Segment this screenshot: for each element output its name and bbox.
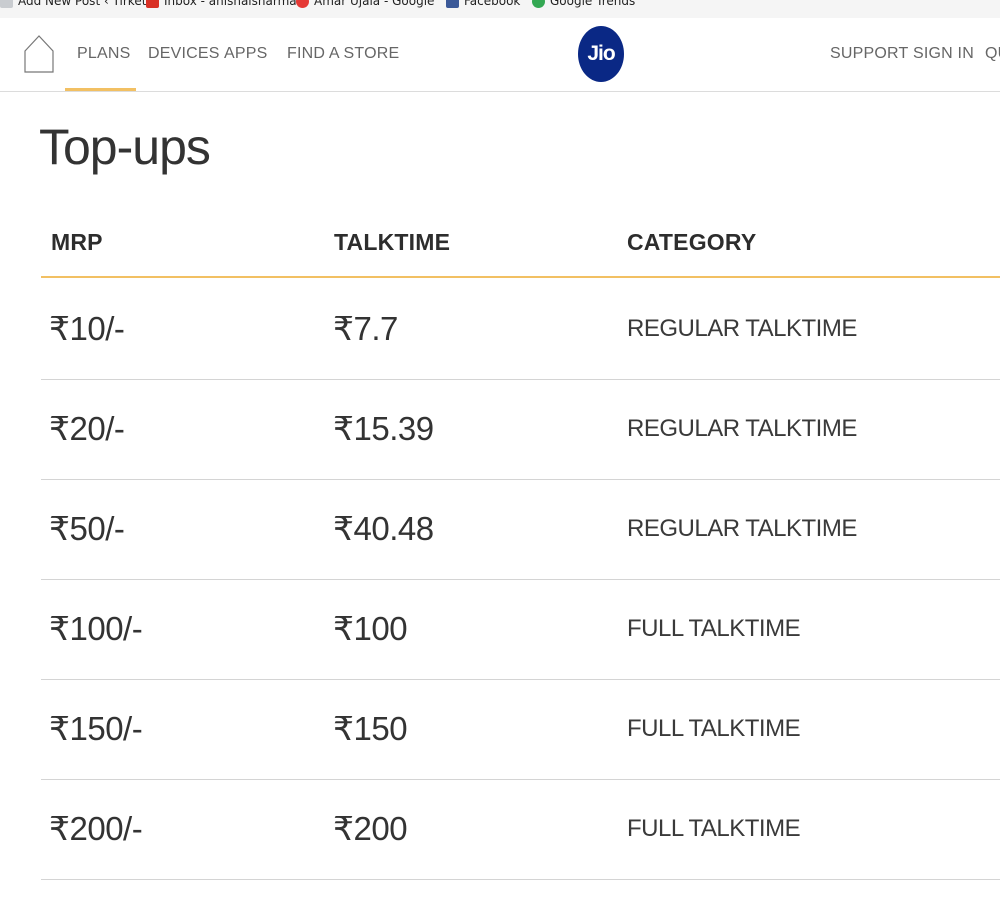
bookmark-label: Facebook [464, 0, 521, 8]
table-header-divider [41, 276, 1000, 278]
table-row: ₹50/- ₹40.48 REGULAR TALKTIME [41, 479, 1000, 580]
cell-talktime: ₹15.39 [333, 410, 434, 447]
bookmark-label: Google Trends [550, 0, 636, 8]
nav-link-plans[interactable]: PLANS [77, 45, 130, 63]
column-header-category: CATEGORY [627, 229, 757, 255]
cell-mrp: ₹100/- [49, 610, 143, 647]
document-icon [0, 0, 13, 8]
google-trends-icon [532, 0, 545, 8]
bookmark-inbox[interactable]: Inbox - anishaisharma [146, 0, 297, 8]
cell-mrp: ₹10/- [49, 310, 125, 347]
table-row: ₹20/- ₹15.39 REGULAR TALKTIME [41, 379, 1000, 480]
bookmark-facebook[interactable]: Facebook [446, 0, 520, 8]
gmail-icon [146, 0, 159, 8]
cell-category: FULL TALKTIME [627, 815, 801, 842]
active-nav-indicator [65, 88, 136, 91]
cell-category: REGULAR TALKTIME [627, 515, 857, 542]
cell-talktime: ₹200 [333, 810, 408, 847]
bookmark-add-new-post[interactable]: Add New Post ‹ Tirket [0, 0, 146, 8]
column-header-mrp: MRP [51, 229, 103, 255]
cell-category: REGULAR TALKTIME [627, 315, 857, 342]
facebook-icon [446, 0, 459, 8]
bookmark-label: Inbox - anishaisharma [164, 0, 297, 8]
home-icon[interactable] [24, 34, 54, 74]
cell-category: FULL TALKTIME [627, 715, 801, 742]
logo-text: Jio [587, 42, 615, 65]
table-row: ₹100/- ₹100 FULL TALKTIME [41, 579, 1000, 680]
cell-talktime: ₹40.48 [333, 510, 434, 547]
cell-category: REGULAR TALKTIME [627, 415, 857, 442]
cell-talktime: ₹100 [333, 610, 408, 647]
cell-mrp: ₹20/- [49, 410, 125, 447]
cell-talktime: ₹7.7 [333, 310, 398, 347]
cell-mrp: ₹150/- [49, 710, 143, 747]
bookmark-amar-ujala[interactable]: Amar Ujala - Google [296, 0, 434, 8]
page-title: Top-ups [39, 119, 211, 175]
bookmark-label: Add New Post ‹ Tirket [18, 0, 147, 8]
nav-link-apps[interactable]: APPS [224, 45, 268, 63]
top-navigation: PLANS DEVICES APPS FIND A STORE Jio SUPP… [0, 18, 1000, 92]
bookmark-label: Amar Ujala - Google [314, 0, 435, 8]
cell-talktime: ₹150 [333, 710, 408, 747]
cell-category: FULL TALKTIME [627, 615, 801, 642]
table-row: ₹10/- ₹7.7 REGULAR TALKTIME [41, 279, 1000, 380]
nav-link-sign-in[interactable]: SIGN IN [913, 45, 974, 63]
table-row: ₹200/- ₹200 FULL TALKTIME [41, 779, 1000, 880]
nav-link-quick[interactable]: QU [985, 45, 1000, 63]
cell-mrp: ₹200/- [49, 810, 143, 847]
cell-mrp: ₹50/- [49, 510, 125, 547]
column-header-talktime: TALKTIME [334, 229, 451, 255]
nav-link-find-a-store[interactable]: FIND A STORE [287, 45, 399, 63]
bookmarks-bar: Add New Post ‹ Tirket Inbox - anishaisha… [0, 0, 1000, 19]
bookmark-google-trends[interactable]: Google Trends [532, 0, 635, 8]
nav-link-devices[interactable]: DEVICES [148, 45, 220, 63]
table-row: ₹150/- ₹150 FULL TALKTIME [41, 679, 1000, 780]
amar-ujala-icon [296, 0, 309, 8]
jio-logo[interactable]: Jio [578, 26, 624, 82]
nav-link-support[interactable]: SUPPORT [830, 45, 908, 63]
